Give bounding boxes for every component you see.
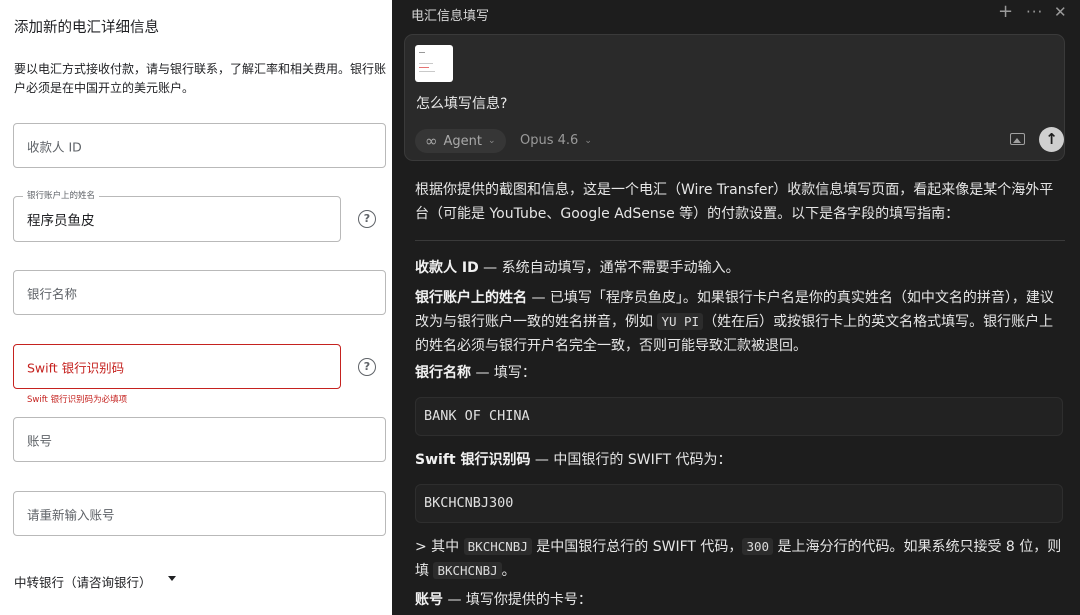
form-title: 添加新的电汇详细信息 bbox=[14, 20, 159, 36]
form-description: 要以电汇方式接收付款，请与银行联系，了解汇率和相关费用。银行账户必须是在中国开立… bbox=[14, 62, 387, 95]
payee-id-guide: 收款人 ID — 系统自动填写，通常不需要手动输入。 bbox=[415, 256, 1065, 280]
swift-note-code-2: 300 bbox=[742, 538, 774, 555]
account-number-guide: 账号 — 填写你提供的卡号： bbox=[415, 588, 1065, 612]
account-name-help-icon[interactable]: ? bbox=[358, 210, 376, 228]
payee-id-heading: 收款人 ID bbox=[415, 260, 479, 276]
image-upload-icon[interactable] bbox=[1010, 133, 1025, 145]
account-name-label: 银行账户上的姓名 bbox=[23, 191, 100, 202]
swift-guide: Swift 银行识别码 — 中国银行的 SWIFT 代码为： bbox=[415, 448, 1065, 472]
pinyin-code: YU PI bbox=[657, 313, 704, 330]
bank-name-placeholder: 银行名称 bbox=[27, 286, 78, 301]
plus-icon[interactable]: + bbox=[998, 3, 1013, 21]
composer: 怎么填写信息? ∞ Agent ⌄ Opus 4.6 ⌄ ↑ bbox=[404, 34, 1065, 161]
swift-note-code-3: BKCHCNBJ bbox=[433, 562, 502, 579]
model-label: Opus 4.6 bbox=[520, 133, 579, 148]
more-icon[interactable]: ··· bbox=[1026, 3, 1043, 21]
intermediary-bank-label: 中转银行（请咨询银行） bbox=[14, 575, 152, 590]
bank-name-heading: 银行名称 bbox=[415, 365, 471, 381]
account-number-field[interactable]: 账号 bbox=[13, 417, 386, 462]
close-icon[interactable]: ✕ bbox=[1054, 3, 1067, 21]
payee-id-text: — 系统自动填写，通常不需要手动输入。 bbox=[478, 260, 740, 276]
response-intro: 根据你提供的截图和信息，这是一个电汇（Wire Transfer）收款信息填写页… bbox=[415, 182, 1054, 222]
swift-code-block: BKCHCNBJ300 bbox=[415, 484, 1063, 523]
bank-name-code-block: BANK OF CHINA bbox=[415, 397, 1063, 436]
swift-heading: Swift 银行识别码 bbox=[415, 452, 531, 468]
chat-title: 电汇信息填写 bbox=[411, 9, 490, 24]
account-number-confirm-field[interactable]: 请重新输入账号 bbox=[13, 491, 386, 536]
account-number-placeholder: 账号 bbox=[27, 433, 53, 448]
account-name-value: 程序员鱼皮 bbox=[27, 213, 95, 229]
agent-mode-selector[interactable]: ∞ Agent ⌄ bbox=[415, 129, 506, 153]
account-number-text: — 填写你提供的卡号： bbox=[443, 592, 592, 608]
swift-code-placeholder: Swift 银行识别码 bbox=[27, 360, 125, 375]
swift-note-text-4: 。 bbox=[501, 563, 516, 579]
bank-name-text: — 填写： bbox=[471, 365, 536, 381]
intermediary-bank-toggle[interactable]: 中转银行（请咨询银行） bbox=[14, 572, 176, 591]
infinity-icon: ∞ bbox=[425, 132, 438, 150]
swift-note-text-1: > 其中 bbox=[415, 539, 464, 555]
swift-error-message: Swift 银行识别码为必填项 bbox=[27, 395, 128, 405]
wire-transfer-form: 添加新的电汇详细信息 要以电汇方式接收付款，请与银行联系，了解汇率和相关费用。银… bbox=[0, 0, 392, 615]
payee-id-placeholder: 收款人 ID bbox=[27, 139, 82, 154]
account-name-heading: 银行账户上的姓名 bbox=[415, 290, 527, 306]
send-button[interactable]: ↑ bbox=[1039, 127, 1064, 152]
account-name-guide: 银行账户上的姓名 — 已填写「程序员鱼皮」。如果银行卡户名是你的真实姓名（如中文… bbox=[415, 286, 1065, 358]
swift-text: — 中国银行的 SWIFT 代码为： bbox=[530, 452, 732, 468]
account-number-heading: 账号 bbox=[415, 592, 443, 608]
model-selector[interactable]: Opus 4.6 ⌄ bbox=[520, 133, 592, 148]
chat-header: 电汇信息填写 + ··· ✕ bbox=[392, 0, 1080, 28]
swift-note-code-1: BKCHCNBJ bbox=[463, 538, 532, 555]
chevron-down-icon: ⌄ bbox=[584, 135, 592, 146]
swift-note: > 其中 BKCHCNBJ 是中国银行总行的 SWIFT 代码， 300 是上海分… bbox=[415, 535, 1065, 583]
caret-down-icon bbox=[167, 576, 176, 581]
chevron-down-icon: ⌄ bbox=[487, 136, 496, 146]
swift-help-icon[interactable]: ? bbox=[358, 358, 376, 376]
user-question: 怎么填写信息? bbox=[416, 96, 508, 112]
bank-name-guide: 银行名称 — 填写： bbox=[415, 361, 1065, 385]
payee-id-field[interactable]: 收款人 ID bbox=[13, 123, 386, 168]
account-number-confirm-placeholder: 请重新输入账号 bbox=[27, 507, 115, 522]
account-name-field[interactable]: 银行账户上的姓名 程序员鱼皮 bbox=[13, 191, 341, 242]
chat-panel: 电汇信息填写 + ··· ✕ 怎么填写信息? ∞ Agent ⌄ Opus 4.… bbox=[392, 0, 1080, 615]
attached-image-thumbnail[interactable] bbox=[415, 45, 453, 82]
swift-code-field[interactable]: Swift 银行识别码 bbox=[13, 344, 341, 389]
swift-note-text-2: 是中国银行总行的 SWIFT 代码， bbox=[531, 539, 743, 555]
agent-mode-label: Agent bbox=[443, 133, 482, 149]
bank-name-field[interactable]: 银行名称 bbox=[13, 270, 386, 315]
divider bbox=[415, 240, 1065, 241]
